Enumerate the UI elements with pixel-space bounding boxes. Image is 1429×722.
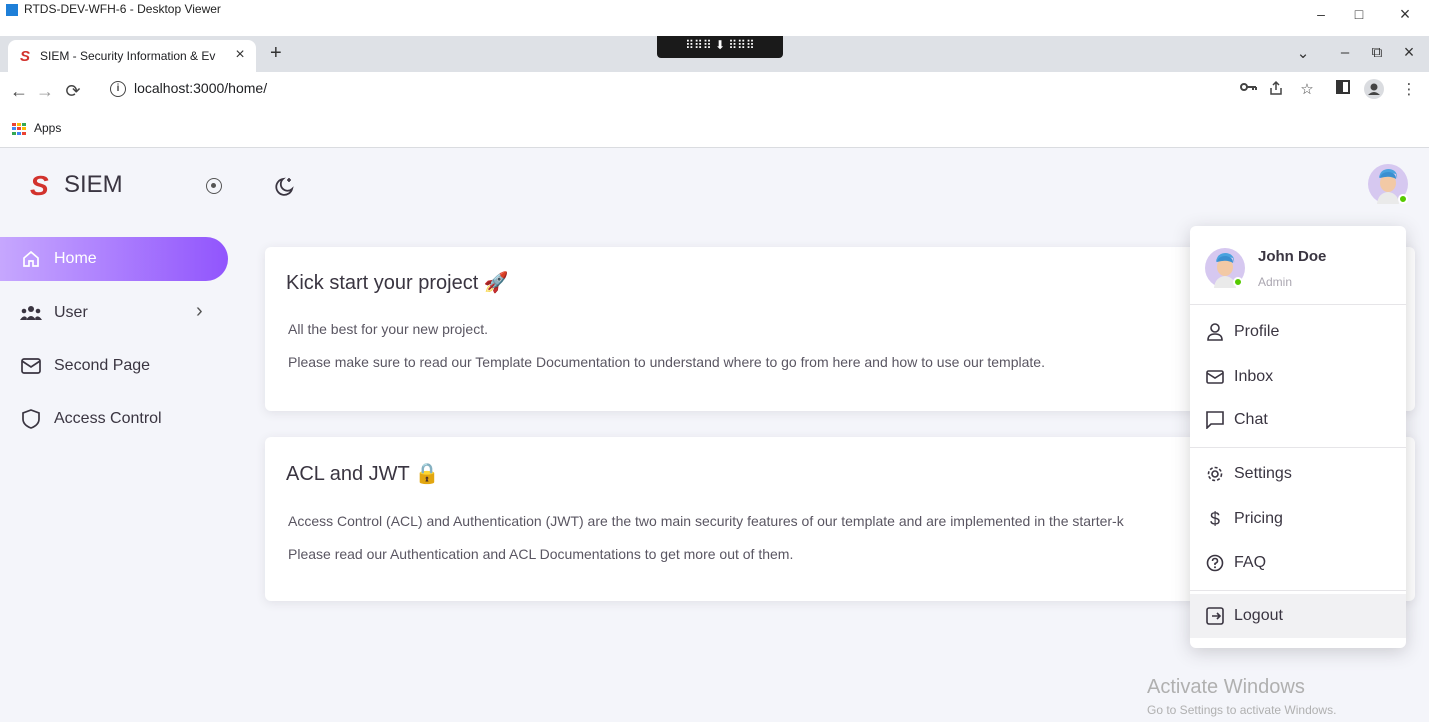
mail-icon — [20, 355, 42, 377]
card-title: ACL and JWT 🔒 — [286, 463, 440, 485]
menu-user-name: John Doe — [1258, 248, 1327, 265]
address-bar[interactable]: localhost:3000/home/ — [134, 80, 267, 96]
sidebar-item-second-page[interactable]: Second Page — [0, 344, 150, 388]
menu-item-label: Settings — [1234, 465, 1292, 482]
chevron-right-icon[interactable]: › — [196, 300, 203, 323]
window-close-button[interactable]: × — [1390, 4, 1420, 24]
user-dropdown-menu: John Doe Admin Profile Inbox Chat Settin… — [1190, 226, 1406, 648]
sidebar-item-label: User — [54, 304, 88, 321]
tab-title: SIEM - Security Information & Ev — [40, 49, 216, 63]
card-text: Access Control (ACL) and Authentication … — [288, 513, 1124, 529]
menu-item-chat[interactable]: Chat — [1190, 398, 1406, 442]
menu-item-faq[interactable]: FAQ — [1190, 541, 1406, 585]
menu-item-profile[interactable]: Profile — [1190, 310, 1406, 354]
menu-divider — [1190, 447, 1406, 448]
menu-item-inbox[interactable]: Inbox — [1190, 355, 1406, 399]
users-icon — [20, 302, 42, 324]
window-minimize-button[interactable]: – — [1306, 4, 1336, 24]
bookmarks-bar — [0, 112, 1429, 148]
menu-item-label: FAQ — [1234, 554, 1267, 571]
chrome-profile-icon[interactable] — [1364, 79, 1386, 99]
sidebar-item-label: Home — [54, 250, 97, 267]
card-text: Please make sure to read our Template Do… — [288, 354, 1045, 370]
sidebar-collapse-icon[interactable] — [206, 178, 222, 194]
tab-close-button[interactable]: × — [230, 45, 250, 65]
menu-item-logout[interactable]: Logout — [1190, 594, 1406, 638]
menu-item-label: Pricing — [1234, 510, 1283, 527]
card-text: Please read our Authentication and ACL D… — [288, 546, 794, 562]
watermark-subtitle: Go to Settings to activate Windows. — [1147, 703, 1337, 717]
tab-favicon-icon: S — [20, 48, 31, 65]
app-name: SIEM — [64, 171, 123, 198]
logout-icon — [1206, 607, 1224, 625]
menu-item-settings[interactable]: Settings — [1190, 452, 1406, 496]
side-panel-icon[interactable] — [1336, 80, 1358, 94]
gear-icon — [1206, 465, 1224, 483]
menu-item-label: Logout — [1234, 607, 1283, 624]
menu-user-avatar — [1205, 248, 1245, 288]
card-text: All the best for your new project. — [288, 321, 488, 337]
home-icon — [20, 248, 42, 270]
password-key-icon[interactable] — [1240, 80, 1262, 94]
back-arrow-icon[interactable]: ← — [8, 80, 30, 102]
menu-user-role: Admin — [1258, 275, 1293, 289]
online-status-dot — [1398, 194, 1408, 204]
browser-restore-button[interactable]: ⧉ — [1364, 44, 1390, 61]
menu-item-pricing[interactable]: $ Pricing — [1190, 497, 1406, 541]
new-tab-button[interactable]: + — [270, 42, 282, 65]
window-maximize-button[interactable]: □ — [1344, 4, 1374, 24]
sidebar-item-label: Access Control — [54, 410, 162, 427]
menu-item-label: Chat — [1234, 411, 1268, 428]
remote-desktop-titlebar: RTDS-DEV-WFH-6 - Desktop Viewer – □ × — [0, 0, 1429, 36]
window-title: RTDS-DEV-WFH-6 - Desktop Viewer — [24, 2, 221, 16]
watermark-title: Activate Windows — [1147, 676, 1305, 698]
chrome-menu-icon[interactable]: ⋮ — [1398, 80, 1420, 98]
sidebar-item-access-control[interactable]: Access Control — [0, 397, 162, 441]
sidebar-item-home[interactable]: Home — [0, 237, 228, 281]
remote-session-bar[interactable]: ⠿⠿⠿ ⬇ ⠿⠿⠿ — [657, 36, 783, 58]
sidebar-item-label: Second Page — [54, 357, 151, 374]
shield-icon — [20, 408, 42, 430]
browser-minimize-button[interactable]: – — [1332, 44, 1358, 61]
menu-divider — [1190, 304, 1406, 305]
siem-logo: S — [30, 170, 49, 201]
site-info-icon[interactable]: i — [110, 81, 126, 97]
menu-item-label: Profile — [1234, 323, 1280, 340]
chat-icon — [1206, 411, 1224, 429]
browser-tab[interactable]: S SIEM - Security Information & Ev × — [8, 40, 256, 72]
forward-arrow-icon[interactable]: → — [34, 80, 56, 102]
mail-icon — [1206, 368, 1224, 386]
dollar-icon: $ — [1209, 508, 1220, 529]
sidebar-item-user[interactable]: User — [0, 291, 88, 335]
reload-icon[interactable]: ⟳ — [62, 80, 84, 102]
browser-close-button[interactable]: × — [1396, 42, 1422, 63]
user-avatar[interactable] — [1368, 164, 1408, 204]
online-status-dot — [1233, 277, 1243, 287]
share-icon[interactable] — [1268, 80, 1290, 96]
menu-item-label: Inbox — [1234, 368, 1274, 385]
activate-windows-watermark: Activate Windows Go to Settings to activ… — [1147, 676, 1336, 717]
bookmark-apps[interactable]: Apps — [34, 121, 61, 135]
tab-search-button[interactable]: ⌄ — [1290, 44, 1316, 62]
card-title: Kick start your project 🚀 — [286, 272, 509, 294]
desktop-viewer-icon — [6, 4, 18, 16]
apps-grid-icon[interactable] — [12, 123, 28, 135]
menu-divider — [1190, 590, 1406, 591]
bookmark-star-icon[interactable]: ☆ — [1296, 80, 1318, 98]
theme-toggle-moon-icon[interactable] — [274, 175, 296, 197]
user-icon — [1206, 323, 1224, 341]
help-icon — [1206, 554, 1224, 572]
